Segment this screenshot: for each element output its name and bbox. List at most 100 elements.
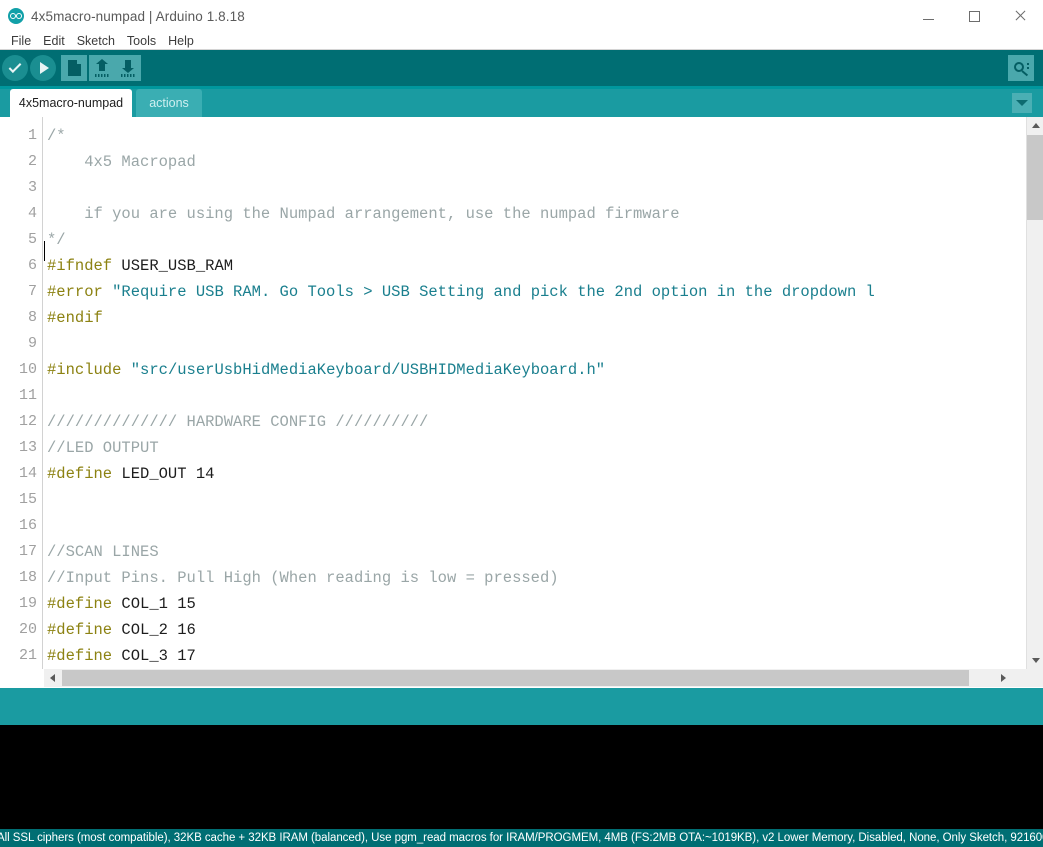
code-line[interactable]: if you are using the Numpad arrangement,… [47, 201, 680, 227]
code-token: #include [47, 361, 122, 379]
code-line[interactable]: #define COL_3 17 [47, 643, 196, 669]
code-line[interactable]: #error "Require USB RAM. Go Tools > USB … [47, 279, 875, 305]
code-text-area[interactable]: /* 4x5 Macropad if you are using the Num… [44, 117, 1043, 669]
chevron-down-icon [1031, 658, 1040, 663]
code-line[interactable]: ////////////// HARDWARE CONFIG /////////… [47, 409, 428, 435]
code-token: LED_OUT 14 [112, 465, 215, 483]
line-number-gutter: 1 2 3 4 5 6 7 8 9 10 11 12 13 14 15 16 17 18 19 20 21 [0, 117, 43, 669]
menu-item-sketch[interactable]: Sketch [71, 32, 121, 50]
line-number: 21 [18, 647, 37, 664]
code-token: */ [47, 231, 66, 249]
code-line[interactable]: #define COL_1 15 [47, 591, 196, 617]
status-bar: All SSL ciphers (most compatible), 32KB … [0, 829, 1043, 847]
close-icon [1014, 10, 1026, 22]
code-token: #define [47, 647, 113, 665]
line-number: 8 [27, 309, 37, 326]
tab-4x5macro-numpad[interactable]: 4x5macro-numpad [10, 89, 132, 117]
magnifier-icon [1013, 60, 1029, 77]
code-token: #define [47, 621, 113, 639]
line-number: 12 [18, 413, 37, 430]
code-line[interactable]: //LED OUTPUT [47, 435, 159, 461]
code-line[interactable]: /* [47, 123, 66, 149]
scroll-left-button[interactable] [44, 669, 61, 687]
code-token: if you are using the Numpad arrangement,… [47, 205, 680, 223]
code-line[interactable]: //SCAN LINES [47, 539, 159, 565]
line-number: 11 [18, 387, 37, 404]
menu-item-tools[interactable]: Tools [121, 32, 162, 50]
line-number: 18 [18, 569, 37, 586]
code-token: COL_2 16 [112, 621, 196, 639]
code-line[interactable]: */ [47, 227, 66, 253]
code-token: /* [47, 127, 66, 145]
code-line[interactable]: 4x5 Macropad [47, 149, 196, 175]
code-token: #define [47, 465, 113, 483]
arrow-right-icon [30, 55, 56, 81]
menu-item-help[interactable]: Help [162, 32, 200, 50]
save-button[interactable] [115, 55, 141, 81]
horizontal-scroll-thumb[interactable] [62, 670, 969, 686]
code-line[interactable]: #include "src/userUsbHidMediaKeyboard/US… [47, 357, 605, 383]
scroll-up-button[interactable] [1027, 117, 1043, 134]
tab-menu-button[interactable] [1012, 93, 1032, 113]
scroll-right-button[interactable] [995, 669, 1012, 687]
document-icon [61, 55, 87, 81]
line-number: 2 [27, 153, 37, 170]
line-number: 5 [27, 231, 37, 248]
scrollbar-corner [1026, 669, 1043, 687]
code-token: "src/userUsbHidMediaKeyboard/USBHIDMedia… [130, 361, 606, 379]
scroll-down-button[interactable] [1027, 652, 1043, 669]
code-token: #ifndef [47, 257, 113, 275]
minimize-button[interactable] [905, 0, 951, 32]
code-line[interactable]: #define LED_OUT 14 [47, 461, 214, 487]
open-button[interactable] [89, 55, 115, 81]
line-number: 16 [18, 517, 37, 534]
close-button[interactable] [997, 0, 1043, 32]
code-token: #define [47, 595, 113, 613]
tab-bar: 4x5macro-numpad actions [0, 89, 1043, 117]
menu-item-edit[interactable]: Edit [37, 32, 71, 50]
chevron-right-icon [1001, 674, 1006, 682]
maximize-button[interactable] [951, 0, 997, 32]
line-number: 9 [27, 335, 37, 352]
line-number: 4 [27, 205, 37, 222]
code-token: //LED OUTPUT [47, 439, 159, 457]
editor-vertical-scrollbar[interactable] [1026, 117, 1043, 669]
code-line[interactable]: //Input Pins. Pull High (When reading is… [47, 565, 559, 591]
code-token: #error [47, 283, 103, 301]
line-number: 15 [18, 491, 37, 508]
code-line[interactable]: #endif [47, 305, 103, 331]
verify-button[interactable] [2, 55, 28, 81]
code-token: COL_1 15 [112, 595, 196, 613]
build-status-strip [0, 688, 1043, 725]
code-token: COL_3 17 [112, 647, 196, 665]
code-token: "Require USB RAM. Go Tools > USB Setting… [112, 283, 875, 301]
menu-bar: File Edit Sketch Tools Help [0, 32, 1043, 50]
code-line[interactable]: #define COL_2 16 [47, 617, 196, 643]
menu-item-file[interactable]: File [5, 32, 37, 50]
code-token: ////////////// HARDWARE CONFIG /////////… [47, 413, 429, 431]
code-editor[interactable]: 1 2 3 4 5 6 7 8 9 10 11 12 13 14 15 16 17 18 19 20 21 /* 4x5… [0, 117, 1043, 669]
check-icon [2, 55, 28, 81]
editor-horizontal-scrollbar[interactable] [44, 669, 1043, 687]
serial-monitor-button[interactable] [1008, 55, 1034, 81]
line-number: 1 [27, 127, 37, 144]
maximize-icon [968, 10, 980, 22]
code-token: //SCAN LINES [47, 543, 159, 561]
line-number: 13 [18, 439, 37, 456]
code-line[interactable]: #ifndef USER_USB_RAM [47, 253, 233, 279]
code-token: //Input Pins. Pull High (When reading is… [47, 569, 559, 587]
upload-button[interactable] [30, 55, 56, 81]
line-number: 10 [18, 361, 37, 378]
chevron-up-icon [1031, 123, 1040, 128]
arrow-up-icon [89, 55, 115, 81]
line-number: 6 [27, 257, 37, 274]
new-button[interactable] [61, 55, 87, 81]
chevron-left-icon [50, 674, 55, 682]
tab-actions[interactable]: actions [136, 89, 202, 117]
line-number: 20 [18, 621, 37, 638]
line-number: 19 [18, 595, 37, 612]
console-output[interactable] [0, 725, 1043, 829]
arrow-down-icon [115, 55, 141, 81]
vertical-scroll-thumb[interactable] [1027, 135, 1043, 220]
